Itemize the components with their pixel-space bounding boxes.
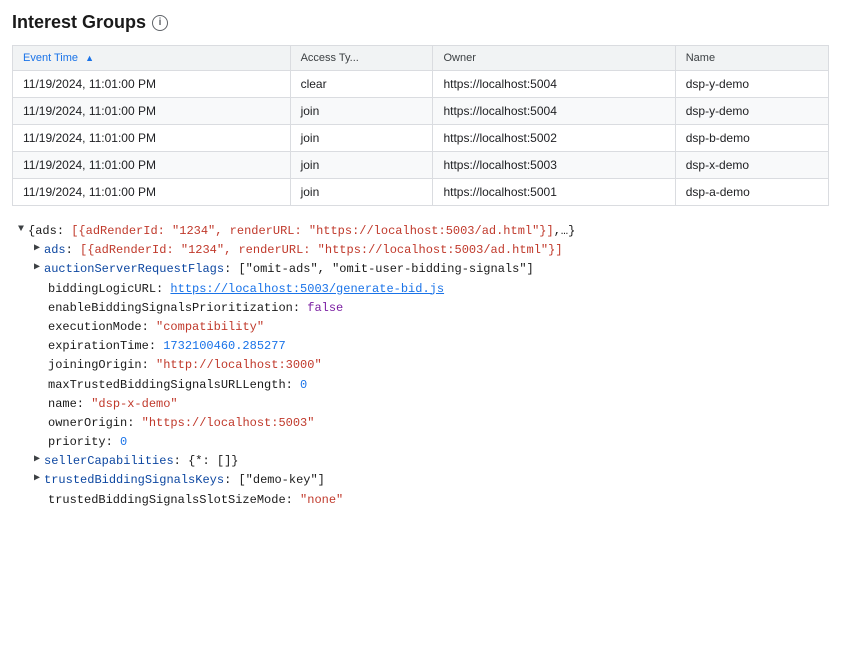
- tree-priority-row: priority: 0: [32, 433, 829, 452]
- ads-colon: :: [66, 241, 80, 260]
- tree-bidding-url-row: biddingLogicURL: https://localhost:5003/…: [32, 280, 829, 299]
- cell-owner: https://localhost:5003: [433, 152, 675, 179]
- tree-children: ads: [{adRenderId: "1234", renderURL: "h…: [16, 241, 829, 510]
- priority-key: priority:: [48, 433, 120, 452]
- auction-value: ["omit-ads", "omit-user-bidding-signals"…: [238, 260, 533, 279]
- trusted-keys-key: trustedBiddingSignalsKeys: [44, 471, 224, 490]
- cell-access_type: join: [290, 125, 433, 152]
- cell-name: dsp-y-demo: [675, 71, 828, 98]
- max-trusted-value: 0: [300, 376, 307, 395]
- cell-event_time: 11/19/2024, 11:01:00 PM: [13, 98, 291, 125]
- json-tree: {ads: [{adRenderId: "1234", renderURL: "…: [12, 222, 829, 510]
- ads-key: ads: [44, 241, 66, 260]
- execution-value: "compatibility": [156, 318, 264, 337]
- root-ads-summary: [{adRenderId: "1234", renderURL: "https:…: [71, 222, 553, 241]
- tree-expiration-row: expirationTime: 1732100460.285277: [32, 337, 829, 356]
- joining-origin-value: "http://localhost:3000": [156, 356, 322, 375]
- joining-origin-key: joiningOrigin:: [48, 356, 156, 375]
- seller-value: {*: []}: [188, 452, 238, 471]
- tree-auction-row: auctionServerRequestFlags: ["omit-ads", …: [32, 260, 829, 279]
- table-body: 11/19/2024, 11:01:00 PMclearhttps://loca…: [13, 71, 829, 206]
- cell-name: dsp-b-demo: [675, 125, 828, 152]
- cell-access_type: join: [290, 152, 433, 179]
- name-value: "dsp-x-demo": [91, 395, 177, 414]
- seller-colon: :: [174, 452, 188, 471]
- tree-toggle-auction[interactable]: [32, 260, 42, 276]
- cell-access_type: clear: [290, 71, 433, 98]
- auction-colon: :: [224, 260, 238, 279]
- tree-owner-origin-row: ownerOrigin: "https://localhost:5003": [32, 414, 829, 433]
- expiration-value: 1732100460.285277: [163, 337, 285, 356]
- cell-event_time: 11/19/2024, 11:01:00 PM: [13, 179, 291, 206]
- root-ads-key: {ads:: [28, 222, 71, 241]
- tree-root-row: {ads: [{adRenderId: "1234", renderURL: "…: [16, 222, 829, 241]
- info-icon[interactable]: i: [152, 15, 168, 31]
- col-access-type[interactable]: Access Ty...: [290, 46, 433, 71]
- table-row[interactable]: 11/19/2024, 11:01:00 PMjoinhttps://local…: [13, 125, 829, 152]
- col-name[interactable]: Name: [675, 46, 828, 71]
- tree-trusted-keys-row: trustedBiddingSignalsKeys: ["demo-key"]: [32, 471, 829, 490]
- col-event-time[interactable]: Event Time ▲: [13, 46, 291, 71]
- execution-key: executionMode:: [48, 318, 156, 337]
- bidding-url-key: biddingLogicURL:: [48, 280, 170, 299]
- page-title: Interest Groups: [12, 12, 146, 33]
- cell-event_time: 11/19/2024, 11:01:00 PM: [13, 152, 291, 179]
- cell-name: dsp-a-demo: [675, 179, 828, 206]
- trusted-keys-colon: :: [224, 471, 238, 490]
- cell-event_time: 11/19/2024, 11:01:00 PM: [13, 125, 291, 152]
- tree-max-trusted-row: maxTrustedBiddingSignalsURLLength: 0: [32, 376, 829, 395]
- col-owner[interactable]: Owner: [433, 46, 675, 71]
- trusted-slot-value: "none": [300, 491, 343, 510]
- tree-seller-row: sellerCapabilities: {*: []}: [32, 452, 829, 471]
- expiration-key: expirationTime:: [48, 337, 163, 356]
- cell-owner: https://localhost:5004: [433, 71, 675, 98]
- table-row[interactable]: 11/19/2024, 11:01:00 PMjoinhttps://local…: [13, 179, 829, 206]
- tree-execution-row: executionMode: "compatibility": [32, 318, 829, 337]
- root-ads-ellipsis: ,…}: [554, 222, 576, 241]
- trusted-keys-value: ["demo-key"]: [238, 471, 324, 490]
- enable-bidding-value: false: [307, 299, 343, 318]
- trusted-slot-key: trustedBiddingSignalsSlotSizeMode:: [48, 491, 300, 510]
- page-header: Interest Groups i: [12, 12, 829, 33]
- tree-ads-row: ads: [{adRenderId: "1234", renderURL: "h…: [32, 241, 829, 260]
- tree-toggle-seller[interactable]: [32, 452, 42, 468]
- owner-origin-value: "https://localhost:5003": [142, 414, 315, 433]
- auction-key: auctionServerRequestFlags: [44, 260, 224, 279]
- tree-toggle-ads[interactable]: [32, 241, 42, 257]
- cell-owner: https://localhost:5002: [433, 125, 675, 152]
- interest-groups-table: Event Time ▲ Access Ty... Owner Name 11/…: [12, 45, 829, 206]
- owner-origin-key: ownerOrigin:: [48, 414, 142, 433]
- tree-toggle-trusted-keys[interactable]: [32, 471, 42, 487]
- tree-enable-bidding-row: enableBiddingSignalsPrioritization: fals…: [32, 299, 829, 318]
- cell-owner: https://localhost:5004: [433, 98, 675, 125]
- bidding-url-value[interactable]: https://localhost:5003/generate-bid.js: [170, 280, 444, 299]
- cell-name: dsp-y-demo: [675, 98, 828, 125]
- cell-name: dsp-x-demo: [675, 152, 828, 179]
- table-row[interactable]: 11/19/2024, 11:01:00 PMjoinhttps://local…: [13, 98, 829, 125]
- table-row[interactable]: 11/19/2024, 11:01:00 PMjoinhttps://local…: [13, 152, 829, 179]
- name-key: name:: [48, 395, 91, 414]
- tree-trusted-slot-row: trustedBiddingSignalsSlotSizeMode: "none…: [32, 491, 829, 510]
- sort-arrow: ▲: [85, 53, 94, 63]
- enable-bidding-key: enableBiddingSignalsPrioritization:: [48, 299, 307, 318]
- cell-event_time: 11/19/2024, 11:01:00 PM: [13, 71, 291, 98]
- tree-toggle-root[interactable]: [16, 222, 26, 238]
- table-row[interactable]: 11/19/2024, 11:01:00 PMclearhttps://loca…: [13, 71, 829, 98]
- tree-joining-origin-row: joiningOrigin: "http://localhost:3000": [32, 356, 829, 375]
- priority-value: 0: [120, 433, 127, 452]
- tree-name-row: name: "dsp-x-demo": [32, 395, 829, 414]
- cell-owner: https://localhost:5001: [433, 179, 675, 206]
- seller-key: sellerCapabilities: [44, 452, 174, 471]
- cell-access_type: join: [290, 98, 433, 125]
- table-header: Event Time ▲ Access Ty... Owner Name: [13, 46, 829, 71]
- max-trusted-key: maxTrustedBiddingSignalsURLLength:: [48, 376, 300, 395]
- ads-value: [{adRenderId: "1234", renderURL: "https:…: [80, 241, 562, 260]
- cell-access_type: join: [290, 179, 433, 206]
